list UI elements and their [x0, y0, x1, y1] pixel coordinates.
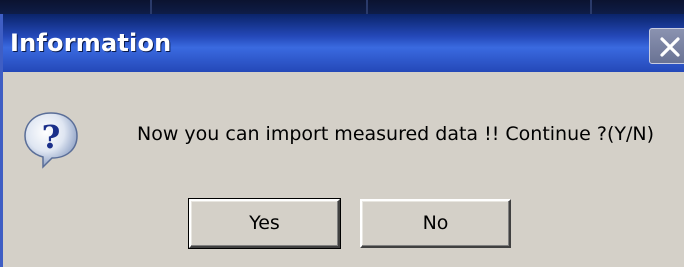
background-divider: [150, 0, 152, 14]
close-icon: [660, 37, 680, 57]
yes-button[interactable]: Yes: [188, 198, 341, 249]
dialog-body: ? Now you can import measured data !! Co…: [3, 72, 684, 267]
background-divider: [590, 0, 592, 14]
dialog-title: Information: [10, 29, 172, 57]
dialog-titlebar[interactable]: Information: [3, 14, 684, 72]
background-window-strip: [0, 0, 684, 14]
background-divider: [366, 0, 368, 14]
question-icon: ?: [24, 112, 78, 169]
information-dialog: Information ? Now you can import measure…: [0, 14, 684, 267]
close-button[interactable]: [649, 28, 684, 64]
no-button[interactable]: No: [360, 199, 511, 248]
svg-text:?: ?: [42, 118, 61, 156]
dialog-message: Now you can import measured data !! Cont…: [137, 123, 654, 145]
